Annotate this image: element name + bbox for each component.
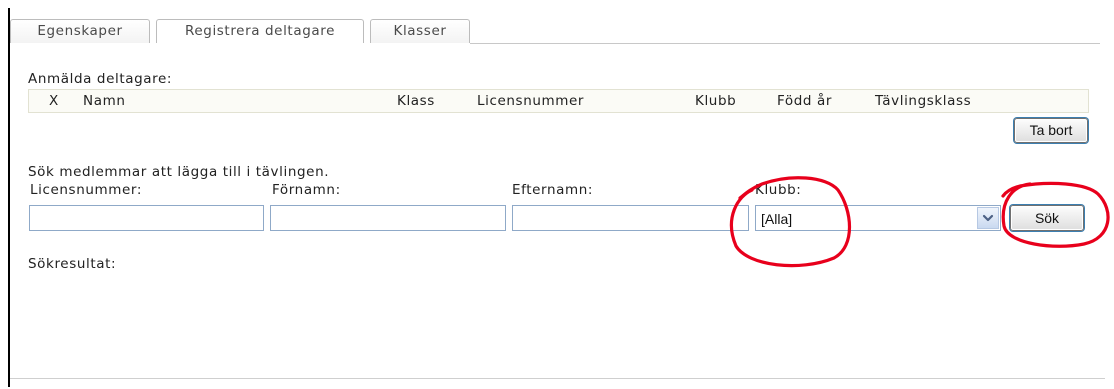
column-header-remove: X [49,93,59,109]
remove-button[interactable]: Ta bort [1014,118,1088,143]
registered-title: Anmälda deltagare: [28,71,173,87]
content-bottom-border [10,378,1105,379]
chevron-down-icon[interactable] [977,207,999,229]
tab-egenskaper[interactable]: Egenskaper [10,19,150,43]
lastname-input[interactable] [512,205,749,231]
club-select-value: [Alla] [761,211,793,227]
column-header-name: Namn [83,93,126,109]
firstname-input[interactable] [270,205,506,231]
club-select[interactable]: [Alla] [755,205,1001,231]
column-header-birth-year: Född år [777,93,832,109]
firstname-label: Förnamn: [272,182,341,198]
search-title: Sök medlemmar att lägga till i tävlingen… [28,164,330,180]
tab-divider [470,43,1100,44]
club-label: Klubb: [755,182,802,198]
column-header-club: Klubb [695,93,737,109]
search-button[interactable]: Sök [1010,205,1084,231]
tab-klasser[interactable]: Klasser [370,19,470,43]
column-header-class: Klass [397,93,435,109]
lastname-label: Efternamn: [512,182,594,198]
column-header-license: Licensnummer [477,93,585,109]
registered-table-header: X Namn Klass Licensnummer Klubb Född år … [28,89,1089,113]
license-input[interactable] [29,205,264,231]
license-label: Licensnummer: [30,182,142,198]
column-header-competition-class: Tävlingsklass [875,93,972,109]
tab-registrera-deltagare[interactable]: Registrera deltagare [156,19,364,43]
results-title: Sökresultat: [28,256,117,272]
